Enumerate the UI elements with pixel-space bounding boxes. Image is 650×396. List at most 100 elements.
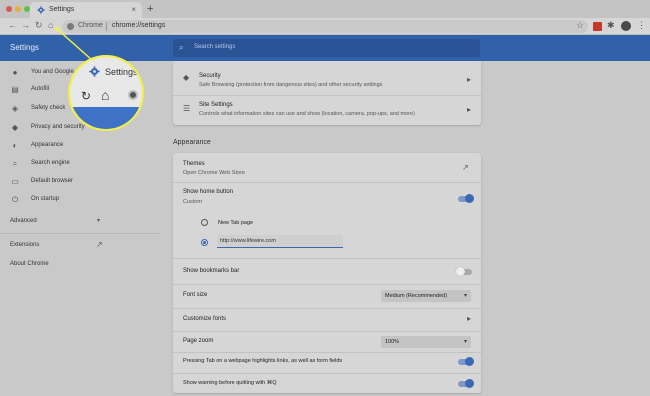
forward-icon[interactable]: → [21,20,30,30]
sidebar-item-label: Appearance [31,142,64,148]
tab-settings[interactable]: Settings × [30,2,142,18]
open-in-new-icon[interactable]: ↗ [462,163,469,172]
site-settings-title: Site Settings [199,102,233,108]
sliders-icon: ☰ [183,104,191,113]
tab-highlight-row: Pressing Tab on a webpage highlights lin… [173,353,481,372]
page-zoom-value: 100% [385,339,400,345]
shield-icon: ◆ [11,123,19,132]
home-url-field[interactable]: http://www.lifewire.com [217,235,343,248]
radio-new-tab-row[interactable]: New Tab page [173,216,481,230]
search-icon: ⌕ [12,159,18,168]
chevron-down-icon: ▾ [463,339,467,345]
reload-icon[interactable]: ↻ [35,20,43,31]
minimize-window-button[interactable] [15,6,21,12]
back-icon[interactable]: ← [8,20,17,30]
arrow-right-icon: ▸ [466,314,471,323]
privacy-card: ◆ Security Safe Browsing (protection fro… [173,61,481,125]
sidebar-item-label: You and Google [31,69,74,75]
menu-icon[interactable]: ⋮ [637,20,646,31]
sidebar-item-appearance[interactable]: ◐ Appearance [0,138,160,154]
chrome-icon [128,90,138,100]
search-input[interactable]: ⌕ Search settings [173,39,480,57]
shield-check-icon: ◈ [11,104,19,113]
home-icon: ⌂ [101,87,110,103]
radio-new-tab-label: New Tab page [218,220,254,226]
shield-icon: ◆ [183,73,190,82]
sidebar-item-default-browser[interactable]: ▭ Default browser [0,174,160,190]
arrow-right-icon: ▸ [466,75,471,84]
star-icon[interactable]: ☆ [576,20,584,31]
quit-warning-row: Show warning before quitting with ⌘Q [173,374,481,393]
page-title: Settings [10,43,39,52]
browser-icon: ▭ [11,177,19,186]
home-button-title: Show home button [183,189,234,195]
avatar-icon[interactable] [621,21,631,31]
chrome-icon [67,23,74,30]
site-settings-desc: Controls what information sites can use … [199,111,415,117]
bookmarks-bar-toggle[interactable] [456,267,472,276]
chevron-down-icon: ▾ [97,218,101,224]
page-zoom-select[interactable]: 100% ▾ [381,336,471,348]
home-button-row: Show home button Custom [173,183,481,211]
bookmarks-bar-row: Show bookmarks bar [173,259,481,283]
tab-strip: Settings × + [0,0,650,18]
tab-highlight-label: Pressing Tab on a webpage highlights lin… [183,358,343,364]
callout-header-band [70,107,142,129]
font-size-label: Font size [183,292,208,298]
quit-warning-label: Show warning before quitting with ⌘Q [183,380,277,386]
bookmarks-bar-label: Show bookmarks bar [183,268,240,274]
radio-custom-url[interactable] [201,239,208,246]
home-url-value: http://www.lifewire.com [220,238,276,244]
sidebar-item-search-engine[interactable]: ⌕ Search engine [0,156,160,172]
tab-close-icon[interactable]: × [131,5,136,14]
power-icon: ⏻ [11,195,19,204]
font-size-select[interactable]: Medium (Recommended) ▾ [381,290,471,302]
close-window-button[interactable] [6,6,12,12]
sidebar-item-label: Autofill [31,86,50,92]
font-size-value: Medium (Recommended) [385,293,448,299]
page-zoom-row: Page zoom 100% ▾ [173,332,481,352]
omnibox-chip: Chrome [78,22,103,29]
new-tab-button[interactable]: + [147,3,153,15]
omnibox[interactable]: Chrome chrome://settings [62,20,588,33]
home-icon[interactable]: ⌂ [48,20,53,30]
omnibox-url[interactable]: chrome://settings [112,22,165,29]
extensions-label: Extensions [10,242,40,248]
sidebar-item-label: Safety check [31,105,66,111]
security-title: Security [199,73,221,79]
advanced-label: Advanced [10,218,37,224]
sidebar-item-label: On startup [31,196,60,202]
sidebar-divider [0,233,160,234]
site-settings-row[interactable]: ☰ Site Settings Controls what informatio… [173,96,481,124]
reload-icon: ↻ [81,89,92,103]
search-icon: ⌕ [179,43,184,52]
home-button-desc: Custom [183,199,202,205]
radio-custom-row[interactable]: http://www.lifewire.com [173,235,481,251]
chevron-down-icon: ▾ [463,293,467,299]
themes-desc: Open Chrome Web Store [183,170,245,176]
customize-fonts-row[interactable]: Customize fonts ▸ [173,309,481,330]
appearance-card: Themes Open Chrome Web Store ↗ Show home… [173,153,481,393]
tab-title: Settings [49,6,75,13]
themes-title: Themes [183,161,205,167]
security-row[interactable]: ◆ Security Safe Browsing (protection fro… [173,65,481,95]
puzzle-icon[interactable]: ✱ [607,20,615,31]
open-in-new-icon: ↗ [96,240,103,249]
sidebar-item-label: Default browser [31,178,74,184]
sidebar-advanced-toggle[interactable]: Advanced ▾ [0,214,160,230]
sidebar-item-on-startup[interactable]: ⏻ On startup [0,192,160,208]
font-size-row: Font size Medium (Recommended) ▾ [173,285,481,307]
callout-title: Settings [105,67,138,77]
tab-highlight-toggle[interactable] [458,357,474,366]
section-title-appearance: Appearance [173,139,211,146]
about-label: About Chrome [10,261,49,267]
themes-row[interactable]: Themes Open Chrome Web Store ↗ [173,153,481,181]
home-button-toggle[interactable] [458,194,474,203]
sidebar-item-about[interactable]: About Chrome [0,257,160,273]
sidebar-item-extensions[interactable]: Extensions ↗ [0,238,160,254]
extension-icon[interactable] [593,22,602,31]
zoom-callout: Settings ↻ ⌂ [68,55,144,131]
quit-warning-toggle[interactable] [458,379,474,388]
security-desc: Safe Browsing (protection from dangerous… [199,82,383,88]
radio-new-tab[interactable] [201,219,208,226]
